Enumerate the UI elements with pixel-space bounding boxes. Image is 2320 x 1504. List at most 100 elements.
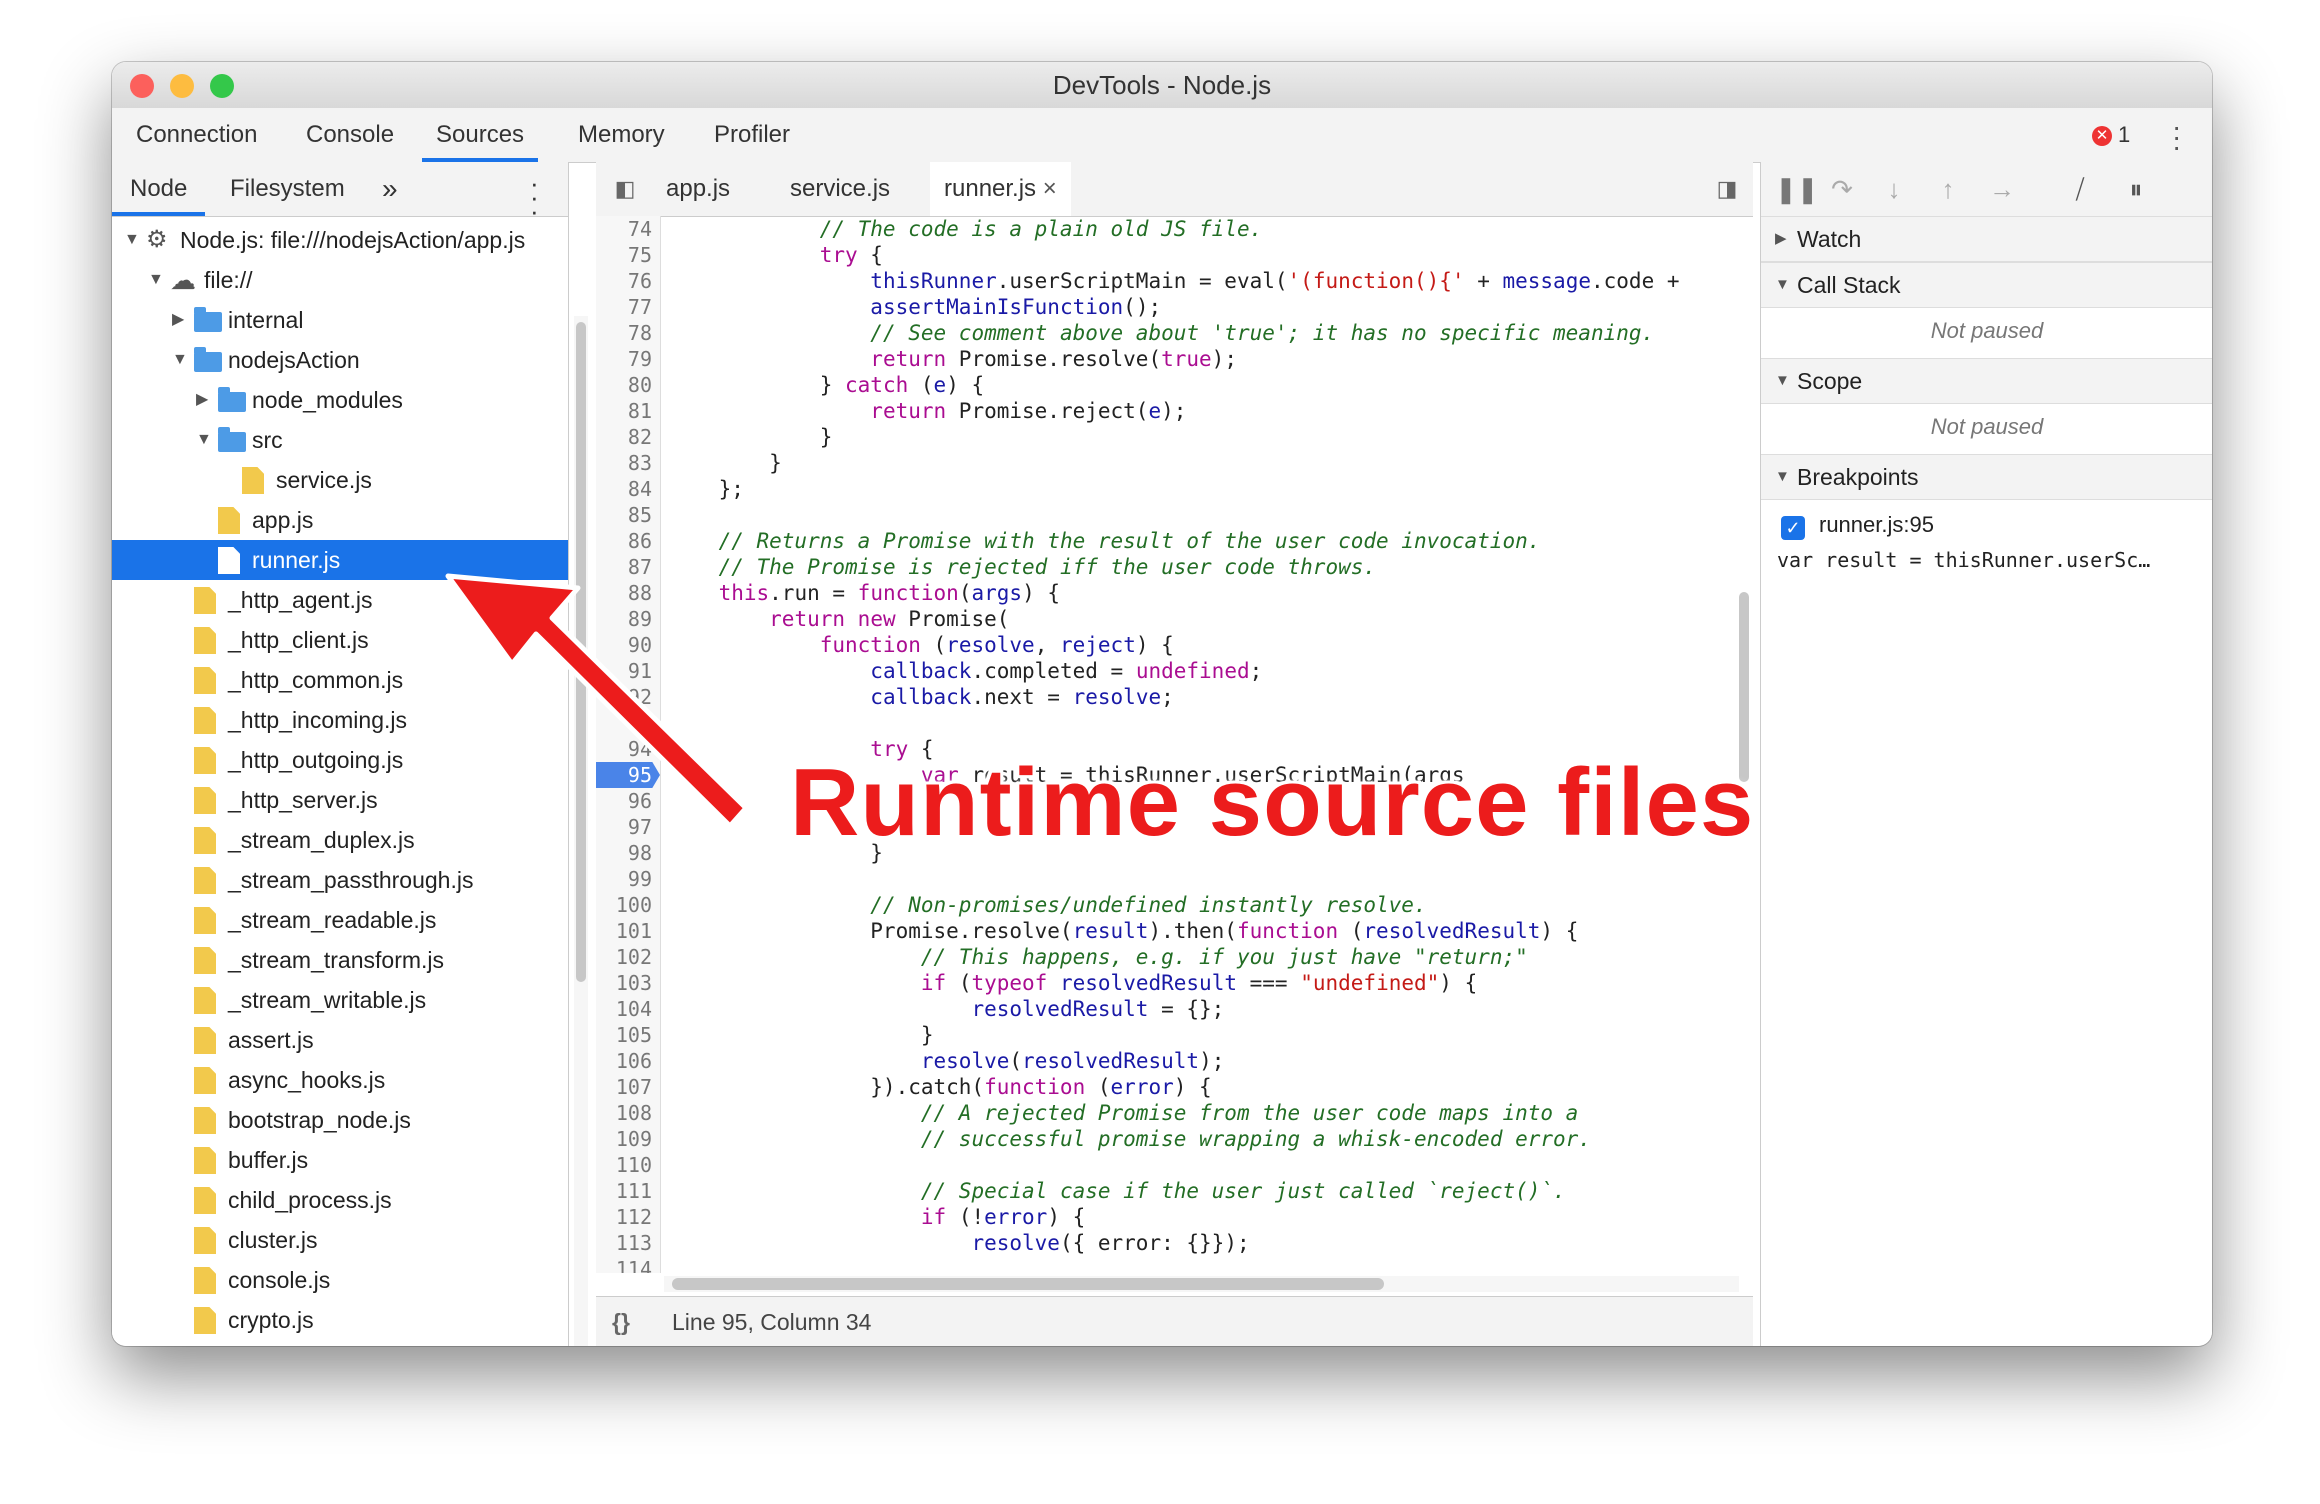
code-line[interactable]: resolve({ error: {}}); [668,1230,1249,1256]
line-number[interactable]: 108 [616,1100,652,1126]
breakpoints-section-header[interactable]: ▼ Breakpoints [1761,454,2212,500]
step-into-icon[interactable]: ↓ [1879,174,1909,204]
line-number[interactable]: 107 [616,1074,652,1100]
tree-file[interactable]: console.js [112,1260,568,1300]
code-line[interactable]: this.run = function(args) { [668,580,1060,606]
tab-node[interactable]: Node [112,162,206,216]
line-number[interactable]: 81 [628,398,652,424]
toggle-navigator-icon[interactable]: ◧ [610,162,640,216]
tree-file[interactable]: buffer.js [112,1140,568,1180]
tree-file[interactable]: async_hooks.js [112,1060,568,1100]
line-number[interactable]: 91 [628,658,652,684]
line-number[interactable]: 114 [616,1256,652,1273]
code-line[interactable]: }).catch(function (error) { [668,1074,1211,1100]
more-options-icon[interactable]: · · · [2172,113,2181,161]
line-number[interactable]: 106 [616,1048,652,1074]
tree-file[interactable]: runner.js [112,540,568,580]
line-number[interactable]: 101 [616,918,652,944]
tab-connection[interactable]: Connection [136,108,257,162]
code-line[interactable]: // Returns a Promise with the result of … [668,528,1541,554]
navigator-scrollbar-thumb[interactable] [576,322,586,982]
code-line[interactable]: } [668,450,782,476]
tree-folder[interactable]: ▼ nodejsAction [112,340,568,380]
scope-section-header[interactable]: ▼ Scope [1761,358,2212,404]
code-line[interactable]: return Promise.resolve(true); [668,346,1237,372]
close-tab-icon[interactable]: × [1043,175,1057,202]
code-line[interactable]: if (!error) { [668,1204,1085,1230]
tree-file[interactable]: cluster.js [112,1220,568,1260]
step-over-icon[interactable]: ↷ [1827,174,1857,204]
line-number[interactable]: 113 [616,1230,652,1256]
tree-file[interactable]: _http_common.js [112,660,568,700]
collapse-icon[interactable]: ▼ [148,260,164,300]
line-number[interactable]: 103 [616,970,652,996]
tab-memory[interactable]: Memory [578,108,665,162]
line-number[interactable]: 74 [628,216,652,242]
tree-file[interactable]: _stream_writable.js [112,980,568,1020]
line-number[interactable]: 110 [616,1152,652,1178]
tree-file[interactable]: assert.js [112,1020,568,1060]
tree-folder[interactable]: ▶ internal [112,300,568,340]
editor-tab-app-js[interactable]: app.js [666,162,730,216]
code-line[interactable]: assertMainIsFunction(); [668,294,1161,320]
code-line[interactable]: // The code is a plain old JS file. [668,216,1263,242]
tree-file[interactable]: _http_outgoing.js [112,740,568,780]
editor-tab-runner-js[interactable]: runner.js × [930,162,1071,216]
line-number[interactable]: 82 [628,424,652,450]
tab-console[interactable]: Console [306,108,394,162]
toggle-debugger-icon[interactable]: ◨ [1712,162,1742,216]
tab-profiler[interactable]: Profiler [714,108,790,162]
line-number[interactable]: 97 [628,814,652,840]
tree-file[interactable]: _stream_readable.js [112,900,568,940]
line-number[interactable]: 93 [628,710,652,736]
tree-file[interactable]: _stream_passthrough.js [112,860,568,900]
tree-folder[interactable]: ▶ node_modules [112,380,568,420]
expand-icon[interactable]: ▶ [172,300,184,340]
tree-file[interactable]: _stream_duplex.js [112,820,568,860]
tree-file[interactable]: _http_incoming.js [112,700,568,740]
watch-section-header[interactable]: ▶ Watch [1761,216,2212,262]
code-line[interactable]: } [668,424,833,450]
code-line[interactable]: } catch (e) { [668,372,984,398]
tree-file[interactable]: _http_server.js [112,780,568,820]
deactivate-breakpoints-icon[interactable]: ⧸ [2065,174,2095,204]
tree-file[interactable]: child_process.js [112,1180,568,1220]
tree-file[interactable]: app.js [112,500,568,540]
code-line[interactable]: callback.next = resolve; [668,684,1173,710]
line-number[interactable]: 90 [628,632,652,658]
tree-file[interactable]: crypto.js [112,1300,568,1340]
line-number[interactable]: 112 [616,1204,652,1230]
code-line[interactable]: // See comment above about 'true'; it ha… [668,320,1654,346]
line-number[interactable]: 80 [628,372,652,398]
breakpoint-location[interactable]: runner.js:95 [1819,512,1934,538]
line-number[interactable]: 98 [628,840,652,866]
collapse-icon[interactable]: ▼ [124,220,140,260]
collapse-icon[interactable]: ▼ [172,340,188,380]
line-number-gutter[interactable]: 74 75 76 77 78 79 80 81 82 83 84 85 86 87 88 89 90 91 92 93… [596,216,661,1273]
code-line[interactable]: try { [668,242,883,268]
tree-file[interactable]: _http_agent.js [112,580,568,620]
editor-tab-service-js[interactable]: service.js [790,162,890,216]
tree-file[interactable]: _stream_transform.js [112,940,568,980]
code-line[interactable]: function (resolve, reject) { [668,632,1174,658]
line-number[interactable]: 111 [616,1178,652,1204]
tree-file[interactable]: bootstrap_node.js [112,1100,568,1140]
line-number[interactable]: 100 [616,892,652,918]
line-number[interactable]: 109 [616,1126,652,1152]
tree-node[interactable]: ▼ ☁ file:// [112,260,568,300]
code-line[interactable]: callback.completed = undefined; [668,658,1262,684]
breakpoint-checkbox[interactable]: ✓ [1781,516,1805,540]
call-stack-section-header[interactable]: ▼ Call Stack [1761,262,2212,308]
collapse-icon[interactable]: ▼ [196,420,212,460]
tree-folder[interactable]: ▼ src [112,420,568,460]
line-number[interactable]: 104 [616,996,652,1022]
line-number[interactable]: 102 [616,944,652,970]
pause-icon[interactable]: ❚❚ [1775,174,1819,204]
code-line[interactable]: Promise.resolve(result).then(function (r… [668,918,1578,944]
line-number[interactable]: 85 [628,502,652,528]
line-number[interactable]: 75 [628,242,652,268]
tab-filesystem[interactable]: Filesystem [230,162,345,216]
code-line[interactable]: } [668,1022,934,1048]
line-number[interactable]: 89 [628,606,652,632]
line-number[interactable]: 83 [628,450,652,476]
